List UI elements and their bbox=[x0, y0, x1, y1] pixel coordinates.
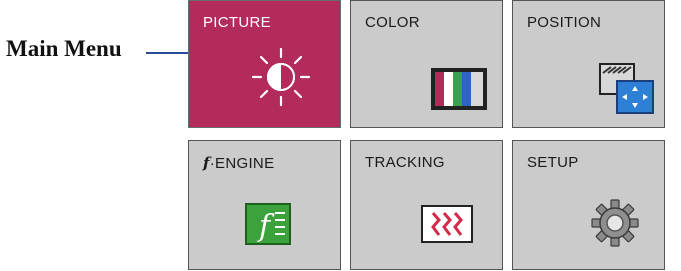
tile-setup[interactable]: SETUP bbox=[512, 140, 665, 270]
gear-icon bbox=[589, 197, 641, 249]
tile-color[interactable]: COLOR bbox=[350, 0, 503, 128]
tile-f-engine-label: f·ENGINE bbox=[203, 154, 274, 172]
tile-position[interactable]: POSITION bbox=[512, 0, 665, 128]
callout-leader-line bbox=[146, 52, 188, 54]
f-engine-icon: f bbox=[245, 203, 291, 245]
position-move-icon bbox=[599, 63, 655, 115]
f-engine-prefix-glyph: f bbox=[203, 154, 210, 172]
tile-tracking[interactable]: TRACKING bbox=[350, 140, 503, 270]
tracking-wave-icon bbox=[421, 205, 473, 243]
main-menu-callout-label: Main Menu bbox=[6, 36, 122, 61]
color-bars-icon bbox=[431, 68, 487, 110]
tile-f-engine[interactable]: f·ENGINE f bbox=[188, 140, 341, 270]
tile-tracking-label: TRACKING bbox=[365, 154, 445, 171]
tile-picture[interactable]: PICTURE bbox=[188, 0, 341, 128]
tile-picture-label: PICTURE bbox=[203, 14, 271, 31]
tile-color-label: COLOR bbox=[365, 14, 420, 31]
f-engine-label-text: ·ENGINE bbox=[209, 155, 275, 172]
tile-setup-label: SETUP bbox=[527, 154, 579, 171]
tile-position-label: POSITION bbox=[527, 14, 602, 31]
brightness-sun-icon bbox=[249, 45, 313, 109]
